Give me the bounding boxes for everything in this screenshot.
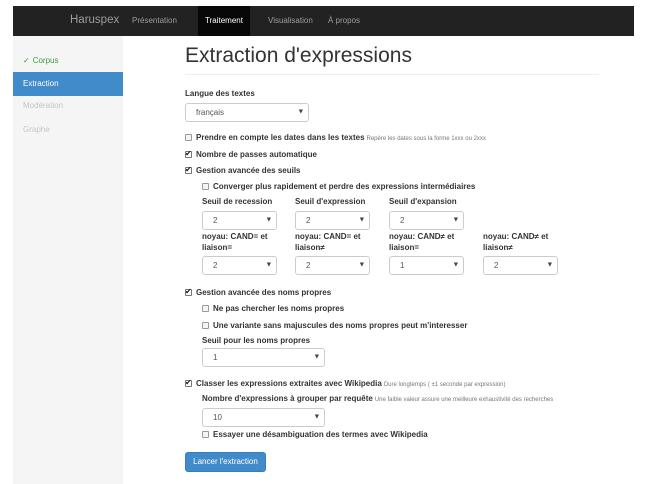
sidebar: ✓ Corpus Extraction Modération Graphe xyxy=(13,36,123,484)
language-label: Langue des textes xyxy=(185,89,255,98)
converge-label: Converger plus rapidement et perdre des … xyxy=(213,182,476,191)
passes-checkbox[interactable] xyxy=(185,149,192,159)
language-select[interactable]: français ▼ xyxy=(185,103,309,122)
noyau3-label-line2: liaison= xyxy=(389,243,420,252)
noyau3-select[interactable]: 1 ▼ xyxy=(389,256,464,275)
noyau4-select[interactable]: 2 ▼ xyxy=(483,256,558,275)
chevron-down-icon: ▼ xyxy=(453,217,458,223)
seuil-recession-select[interactable]: 2 ▼ xyxy=(202,211,277,230)
proper-names-seuil-value: 1 xyxy=(213,353,218,362)
nav-traitement[interactable]: Traitement xyxy=(198,6,250,36)
converge-checkbox[interactable] xyxy=(202,183,209,190)
chevron-down-icon: ▼ xyxy=(266,217,271,223)
noyau4-label-line2: liaison≠ xyxy=(483,243,513,252)
chevron-down-icon: ▼ xyxy=(453,262,458,268)
sidebar-item-graphe: Graphe xyxy=(23,125,50,134)
noyau2-select[interactable]: 2 ▼ xyxy=(295,256,370,275)
seuil-expansion-select[interactable]: 2 ▼ xyxy=(389,211,464,230)
no-search-label: Ne pas chercher les noms propres xyxy=(213,304,345,313)
disambiguation-checkbox[interactable] xyxy=(202,431,209,438)
seuil-expansion-label: Seuil d'expansion xyxy=(389,197,457,206)
chevron-down-icon: ▼ xyxy=(314,414,319,420)
nav-a-propos[interactable]: À propos xyxy=(321,6,367,36)
noyau3-label: noyau: CAND≠ et liaison= xyxy=(389,231,454,253)
thresholds-label: Gestion avancée des seuils xyxy=(196,166,301,175)
seuil-expansion-value: 2 xyxy=(400,216,405,225)
wikipedia-label: Classer les expressions extraites avec W… xyxy=(196,379,506,388)
nav-presentation[interactable]: Présentation xyxy=(125,6,184,36)
noyau2-label: noyau: CAND= et liaison≠ xyxy=(295,231,361,253)
language-select-value: français xyxy=(196,108,225,117)
group-help: Une faible valeur assure une meilleure e… xyxy=(374,397,554,403)
dates-checkbox[interactable] xyxy=(185,134,192,141)
chevron-down-icon: ▼ xyxy=(359,217,364,223)
group-value: 10 xyxy=(213,413,222,422)
sidebar-item-label: Corpus xyxy=(32,56,59,65)
noyau4-value: 2 xyxy=(494,261,499,270)
sidebar-item-corpus[interactable]: ✓ Corpus xyxy=(13,49,123,73)
dates-label-text: Prendre en compte les dates dans les tex… xyxy=(196,133,365,142)
chevron-down-icon: ▼ xyxy=(359,262,364,268)
chevron-down-icon: ▼ xyxy=(314,354,319,360)
noyau1-label-line1: noyau: CAND= et xyxy=(202,232,268,241)
variant-checkbox[interactable] xyxy=(202,322,209,329)
wikipedia-label-text: Classer les expressions extraites avec W… xyxy=(196,379,382,388)
noyau4-label: noyau: CAND≠ et liaison≠ xyxy=(483,231,548,253)
seuil-recession-label: Seuil de recession xyxy=(202,197,273,206)
no-search-checkbox[interactable] xyxy=(202,305,209,312)
group-label-text: Nombre d'expressions à grouper par requê… xyxy=(202,394,373,403)
seuil-recession-value: 2 xyxy=(213,216,218,225)
noyau1-label-line2: liaison= xyxy=(202,243,233,252)
proper-names-label: Gestion avancée des noms propres xyxy=(196,288,332,297)
dates-label: Prendre en compte les dates dans les tex… xyxy=(196,133,486,142)
check-icon: ✓ xyxy=(23,56,30,65)
title-divider xyxy=(185,74,599,75)
variant-label: Une variante sans majuscules des noms pr… xyxy=(213,321,468,330)
noyau2-label-line1: noyau: CAND= et xyxy=(295,232,361,241)
proper-names-checkbox[interactable] xyxy=(185,287,192,297)
seuil-expression-select[interactable]: 2 ▼ xyxy=(295,211,370,230)
proper-names-seuil-select[interactable]: 1 ▼ xyxy=(202,348,325,367)
noyau3-label-line1: noyau: CAND≠ et xyxy=(389,232,455,241)
page-title: Extraction d'expressions xyxy=(185,44,412,67)
group-label: Nombre d'expressions à grouper par requê… xyxy=(202,394,553,403)
launch-extraction-button[interactable]: Lancer l'extraction xyxy=(185,452,266,472)
chevron-down-icon: ▼ xyxy=(547,262,552,268)
disambiguation-label: Essayer une désambiguation des termes av… xyxy=(213,430,428,439)
noyau2-value: 2 xyxy=(306,261,311,270)
passes-label: Nombre de passes automatique xyxy=(196,150,317,159)
wikipedia-help: Dure longtemps ( ±1 seconde par expressi… xyxy=(383,382,506,388)
seuil-expression-label: Seuil d'expression xyxy=(295,197,366,206)
dates-help: Repère les dates sous la forme 1xxx ou 2… xyxy=(366,136,486,142)
chevron-down-icon: ▼ xyxy=(298,109,303,115)
brand-logo[interactable]: Haruspex xyxy=(70,14,119,26)
wikipedia-checkbox[interactable] xyxy=(185,378,192,388)
group-select[interactable]: 10 ▼ xyxy=(202,408,325,427)
top-navbar: Haruspex Présentation Traitement Visuali… xyxy=(13,6,634,36)
proper-names-seuil-label: Seuil pour les noms propres xyxy=(202,336,311,345)
thresholds-checkbox[interactable] xyxy=(185,165,192,175)
chevron-down-icon: ▼ xyxy=(266,262,271,268)
seuil-expression-value: 2 xyxy=(306,216,311,225)
sidebar-item-moderation: Modération xyxy=(23,101,64,110)
noyau1-label: noyau: CAND= et liaison= xyxy=(202,231,268,253)
noyau3-value: 1 xyxy=(400,261,405,270)
nav-visualisation[interactable]: Visualisation xyxy=(261,6,320,36)
sidebar-item-extraction[interactable]: Extraction xyxy=(13,72,123,96)
noyau2-label-line2: liaison≠ xyxy=(295,243,325,252)
noyau1-select[interactable]: 2 ▼ xyxy=(202,256,277,275)
noyau1-value: 2 xyxy=(213,261,218,270)
noyau4-label-line1: noyau: CAND≠ et xyxy=(483,232,549,241)
